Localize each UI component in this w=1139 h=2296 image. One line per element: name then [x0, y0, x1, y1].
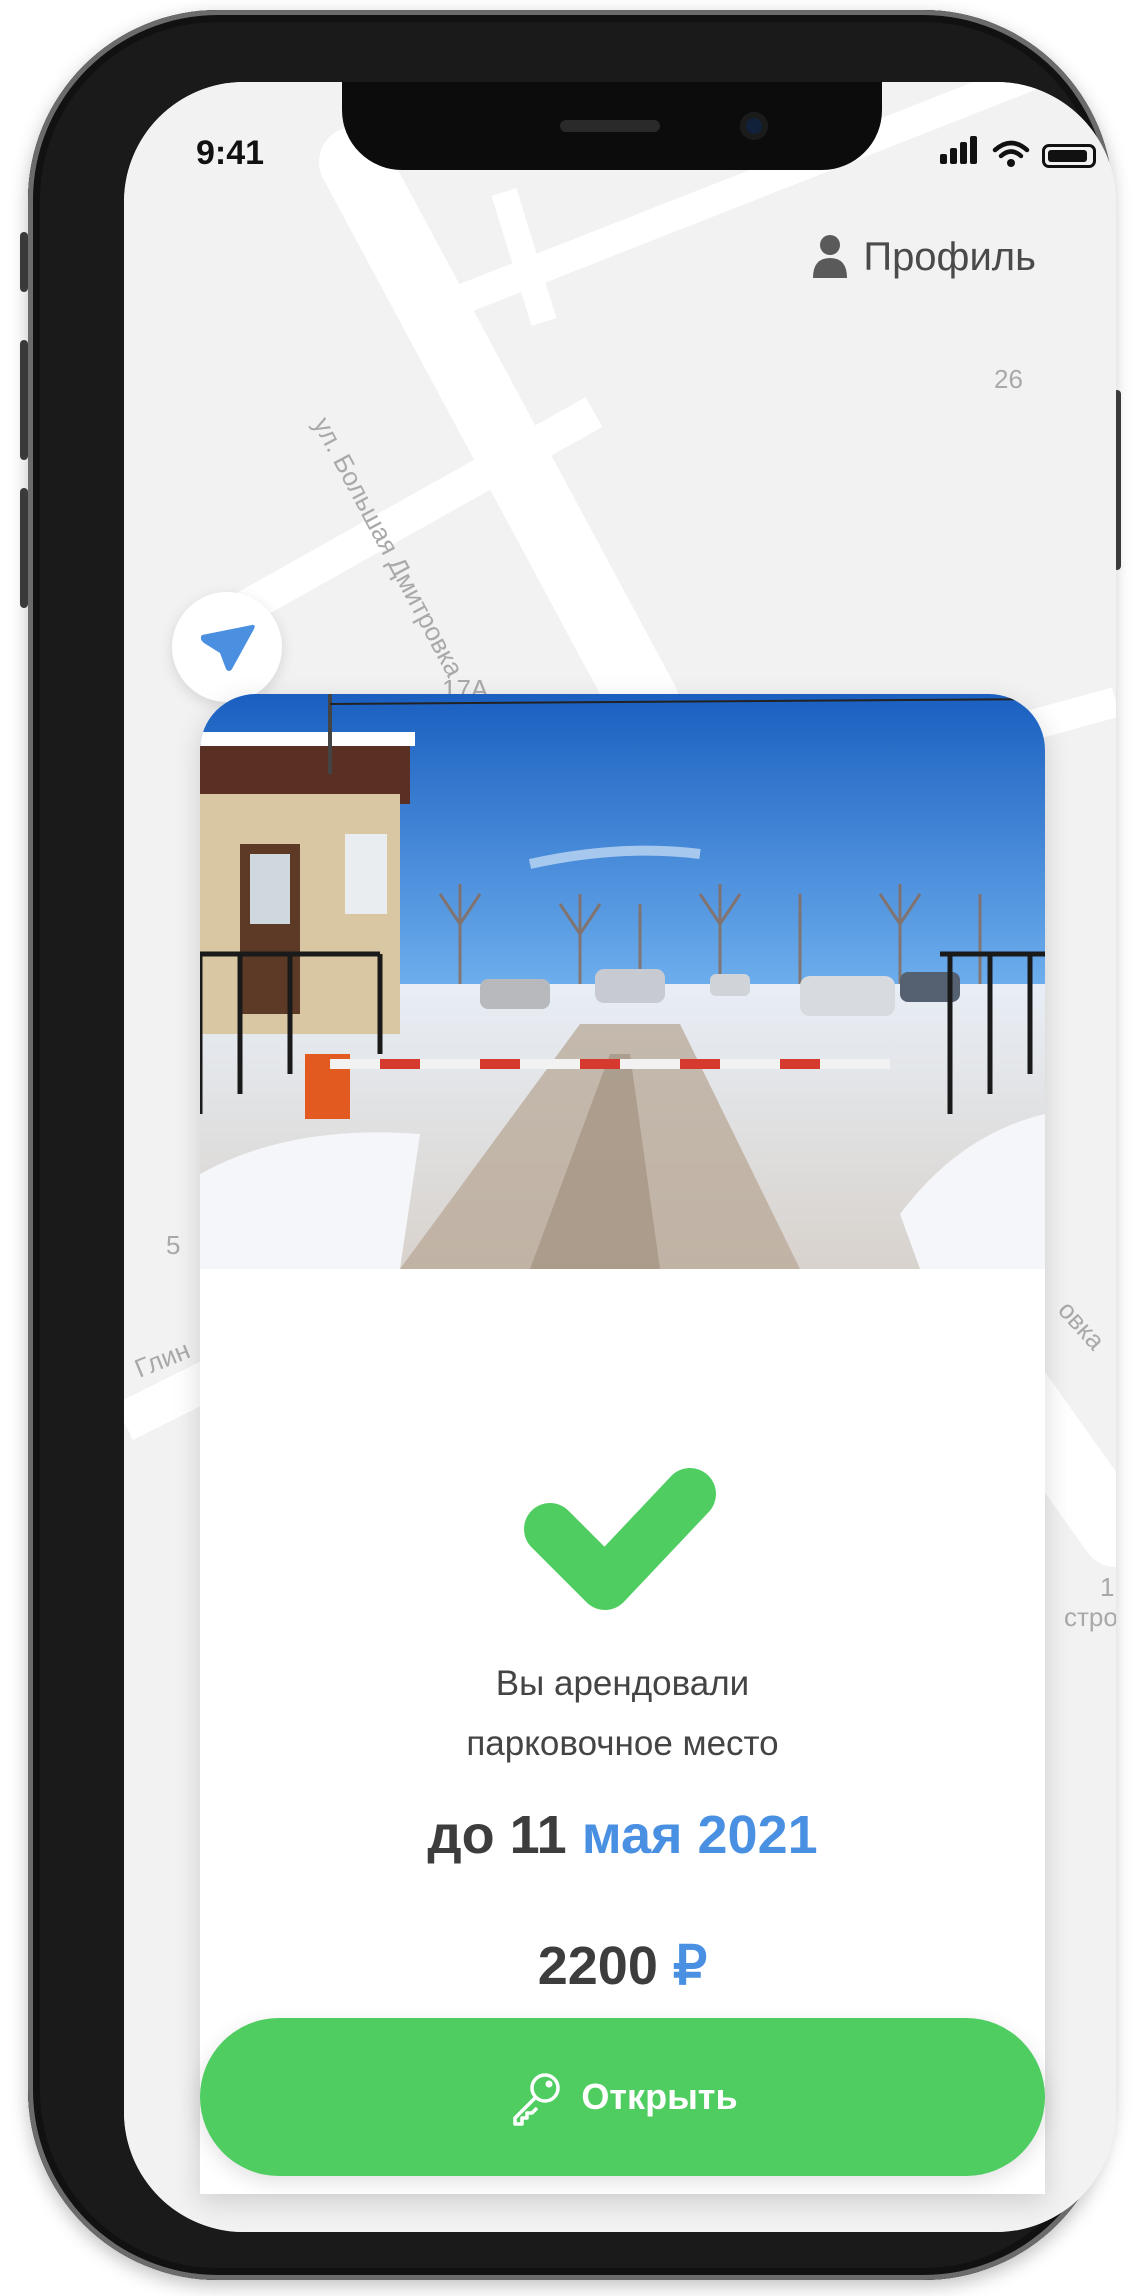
house-number-label: 26 [994, 364, 1023, 394]
open-button[interactable]: Открыть [200, 2018, 1045, 2176]
rent-until-date: до 11 мая 2021 [200, 1804, 1045, 1866]
silent-switch [20, 232, 28, 292]
price-amount: 2200 [537, 1936, 658, 1996]
rent-price: 2200 ₽ [200, 1934, 1045, 1997]
booking-card: Вы арендовали парковочное место до 11 ма… [200, 694, 1045, 2194]
location-arrow-icon [200, 624, 255, 671]
profile-label: Профиль [863, 234, 1036, 279]
my-location-button[interactable] [172, 592, 282, 702]
front-camera [740, 112, 768, 140]
map-label: 1 [1100, 1572, 1115, 1602]
date-day: 11 [509, 1805, 567, 1865]
currency-symbol: ₽ [672, 1936, 708, 1996]
status-icons [940, 136, 1096, 168]
user-icon [813, 235, 848, 278]
speaker [560, 120, 660, 132]
rent-message-line1: Вы арендовали [495, 1664, 750, 1703]
date-month: мая [581, 1805, 683, 1865]
notch [342, 82, 882, 170]
rent-message: Вы арендовали парковочное место [200, 1654, 1045, 1774]
key-icon [513, 2073, 561, 2126]
volume-down-button [20, 488, 28, 608]
battery-icon [1042, 144, 1096, 168]
open-button-label: Открыть [581, 2076, 738, 2117]
wifi-icon [992, 140, 1030, 167]
rent-message-line2: парковочное место [466, 1724, 779, 1763]
success-check-icon [524, 1468, 716, 1610]
phone-frame: ул. Большая Дмитровка 26 17А 5 Глин овка… [20, 10, 1121, 2280]
map-label: стро [1064, 1602, 1116, 1632]
date-year: 2021 [697, 1805, 818, 1865]
status-time: 9:41 [196, 134, 265, 172]
parking-photo [200, 694, 1045, 1269]
profile-link[interactable]: Профиль [811, 234, 1036, 280]
map-label: 5 [166, 1230, 181, 1260]
app-screen: ул. Большая Дмитровка 26 17А 5 Глин овка… [124, 82, 1116, 2232]
signal-icon [940, 136, 980, 168]
date-prefix: до [427, 1805, 495, 1865]
volume-up-button [20, 340, 28, 460]
